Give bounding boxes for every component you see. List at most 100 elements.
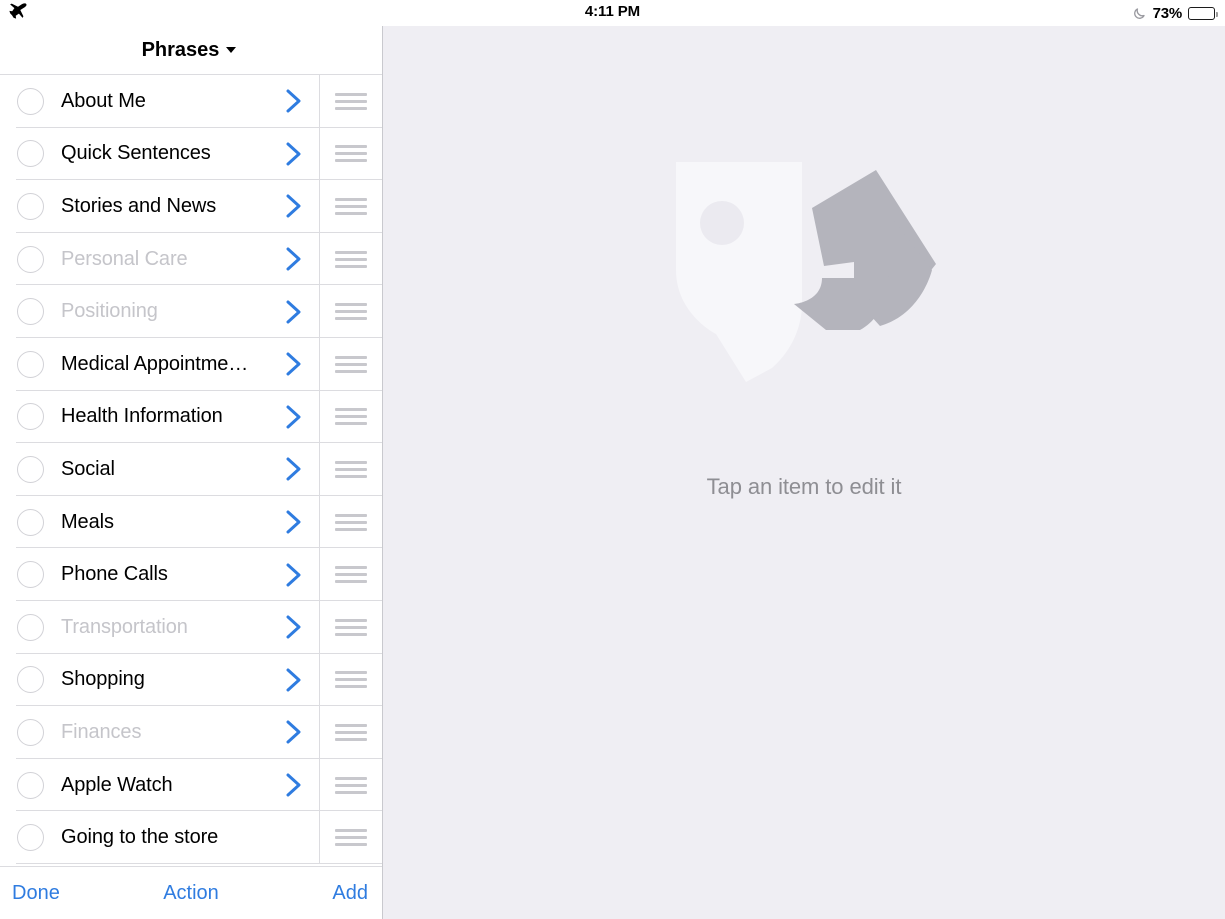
selection-circle-icon[interactable] [17,824,44,852]
drag-handle-icon[interactable] [320,759,382,812]
list-item-content[interactable]: Apple Watch [0,758,320,812]
add-button[interactable]: Add [332,882,368,905]
selection-circle-icon[interactable] [17,561,44,589]
selection-circle-icon[interactable] [17,350,44,378]
predictable-app-logo [654,154,954,384]
list-item-content[interactable]: Stories and News [0,180,320,233]
chevron-right-icon[interactable] [279,718,309,746]
list-item[interactable]: Apple Watch [0,758,382,812]
list-item[interactable]: Social [0,443,382,496]
chevron-right-icon[interactable] [279,613,309,641]
list-item[interactable]: Positioning [0,285,382,338]
list-item[interactable]: Finances [0,706,382,759]
selection-circle-icon[interactable] [17,613,44,641]
drag-handle-icon[interactable] [320,233,382,286]
list-item[interactable]: Transportation [0,600,382,654]
action-button[interactable]: Action [0,882,382,905]
list-item-content[interactable]: Finances [0,706,320,759]
chevron-right-icon[interactable] [279,666,309,694]
list-item-label: Stories and News [61,194,217,217]
list-item-content[interactable]: Health Information [0,390,320,444]
chevron-right-icon[interactable] [279,87,309,115]
bottom-toolbar: Done Action Add [0,866,382,919]
list-item[interactable]: About Me [0,75,382,128]
list-item-content[interactable]: Quick Sentences [0,127,320,181]
drag-handle-icon[interactable] [320,285,382,338]
chevron-right-icon[interactable] [279,140,309,168]
drag-handle-icon[interactable] [320,128,382,181]
drag-handle-icon[interactable] [320,443,382,496]
status-bar: 4:11 PM 73% [0,0,1225,26]
list-item-content[interactable]: About Me [0,75,320,128]
navigation-header: Phrases [0,26,382,75]
list-item[interactable]: Shopping [0,653,382,707]
list-item-content[interactable]: Phone Calls [0,548,320,601]
chevron-right-icon[interactable] [279,298,309,326]
list-item[interactable]: Phone Calls [0,548,382,601]
phrase-list[interactable]: About Me Quick Sentences Stories and News P… [0,75,382,866]
chevron-down-icon [226,47,237,53]
list-item-content[interactable]: Personal Care [0,232,320,286]
list-item-label: Transportation [61,615,188,638]
list-item[interactable]: Health Information [0,390,382,444]
list-item-content[interactable]: Transportation [0,600,320,654]
battery-percent: 73% [1152,4,1183,22]
drag-handle-icon[interactable] [320,180,382,233]
selection-circle-icon[interactable] [17,771,44,799]
selection-circle-icon[interactable] [17,87,44,115]
list-item[interactable]: Stories and News [0,180,382,233]
list-item-content[interactable]: Social [0,443,320,496]
list-item-label: Quick Sentences [61,142,211,165]
selection-circle-icon[interactable] [17,508,44,536]
list-item-content[interactable]: Going to the store [0,811,320,864]
list-item-content[interactable]: Meals [0,495,320,549]
status-right-cluster: 73% [1133,2,1218,24]
selection-circle-icon[interactable] [17,245,44,273]
chevron-right-icon[interactable] [279,403,309,431]
selection-circle-icon[interactable] [17,298,44,326]
list-item-content[interactable]: Positioning [0,285,320,338]
list-item[interactable]: Personal Care [0,232,382,286]
list-item-label: Going to the store [61,826,219,849]
chevron-right-icon[interactable] [279,350,309,378]
battery-icon [1188,6,1218,20]
status-time: 4:11 PM [584,3,641,20]
drag-handle-icon[interactable] [320,496,382,549]
list-item-label: Phone Calls [61,563,168,586]
selection-circle-icon[interactable] [17,666,44,694]
drag-handle-icon[interactable] [320,601,382,654]
list-item-label: About Me [61,89,146,112]
drag-handle-icon[interactable] [320,391,382,444]
selection-circle-icon[interactable] [17,718,44,746]
list-item[interactable]: Meals [0,495,382,549]
page-title-dropdown[interactable]: Phrases [0,39,382,62]
list-item-content[interactable]: Shopping [0,653,320,707]
selection-circle-icon[interactable] [17,140,44,168]
list-item-label: Positioning [61,300,158,323]
selection-circle-icon[interactable] [17,192,44,220]
list-item-label: Shopping [61,668,145,691]
chevron-right-icon[interactable] [279,771,309,799]
selection-circle-icon[interactable] [17,403,44,431]
chevron-right-icon[interactable] [279,455,309,483]
drag-handle-icon[interactable] [320,338,382,391]
list-item[interactable]: Medical Appointme… [0,337,382,391]
chevron-right-icon[interactable] [279,508,309,536]
list-item[interactable]: Going to the store [0,811,382,864]
selection-circle-icon[interactable] [17,455,44,483]
drag-handle-icon[interactable] [320,548,382,601]
chevron-right-icon[interactable] [279,192,309,220]
drag-handle-icon[interactable] [320,75,382,128]
drag-handle-icon[interactable] [320,811,382,864]
drag-handle-icon[interactable] [320,706,382,759]
page-title: Phrases [141,39,220,61]
list-item-content[interactable]: Medical Appointme… [0,337,320,391]
detail-pane: Tap an item to edit it [383,26,1225,919]
chevron-right-icon[interactable] [279,245,309,273]
list-item[interactable]: Quick Sentences [0,127,382,181]
drag-handle-icon[interactable] [320,654,382,707]
chevron-right-icon[interactable] [279,561,309,589]
list-item-label: Personal Care [61,247,188,270]
empty-state-message: Tap an item to edit it [706,474,902,499]
list-item-label: Apple Watch [61,773,173,796]
